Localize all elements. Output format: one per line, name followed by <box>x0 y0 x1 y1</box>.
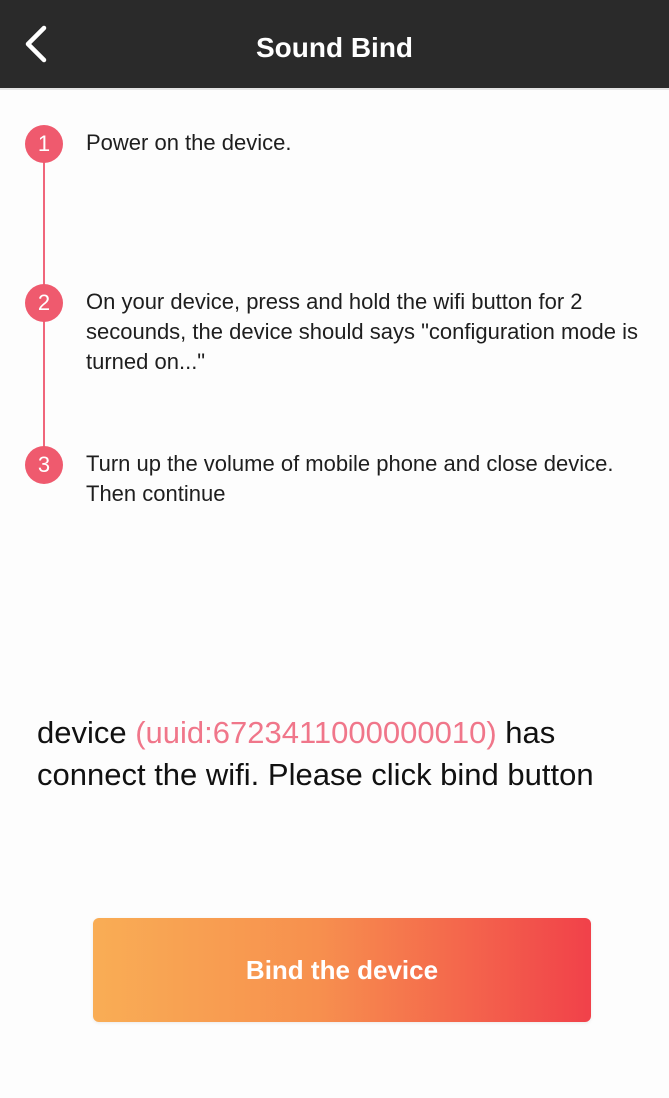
step-3-badge: 3 <box>25 446 63 484</box>
device-uuid: (uuid:6723411000000010) <box>135 715 497 750</box>
connection-status-message: device (uuid:6723411000000010) has conne… <box>37 712 657 796</box>
page-title: Sound Bind <box>255 32 414 63</box>
nav-header: Sound Bind <box>0 0 669 90</box>
status-prefix: device <box>37 715 136 750</box>
sound-bind-screen: Sound Bind 1 Power on the device. 2 On y… <box>0 0 669 1098</box>
step-2-text: On your device, press and hold the wifi … <box>86 289 639 374</box>
step-3-text: Turn up the volume of mobile phone and c… <box>86 451 614 506</box>
step-2-badge: 2 <box>25 284 63 322</box>
bind-device-button[interactable]: Bind the device <box>93 918 591 1022</box>
step-1-text: Power on the device. <box>86 130 292 155</box>
step-1-badge: 1 <box>25 125 63 163</box>
